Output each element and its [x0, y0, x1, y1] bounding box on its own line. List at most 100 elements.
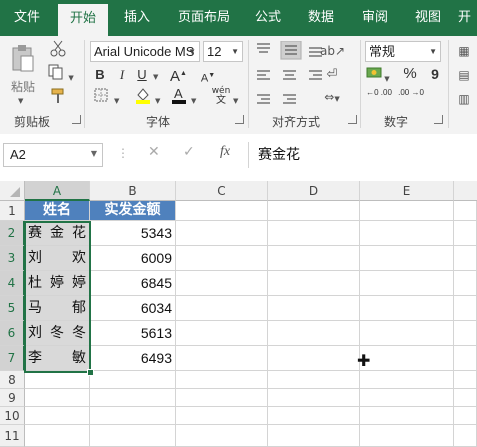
wrap-text-icon[interactable]: ⏎ — [320, 66, 344, 84]
number-format-dropdown[interactable]: 常规 ▼ — [365, 41, 441, 62]
cell-e2[interactable] — [454, 221, 477, 246]
cell-e1[interactable] — [360, 201, 454, 221]
borders-dropdown-caret[interactable]: ▼ — [114, 92, 119, 106]
header-name-cell[interactable]: 姓名 — [25, 201, 90, 221]
cell-e7[interactable] — [454, 346, 477, 371]
tab-insert[interactable]: 插入 — [114, 0, 160, 36]
name-cell[interactable]: 马郁 — [25, 296, 90, 321]
tab-review[interactable]: 审阅 — [352, 0, 398, 36]
paste-button[interactable] — [10, 44, 36, 74]
amount-cell[interactable]: 5613 — [90, 321, 176, 346]
tab-view[interactable]: 视图 — [406, 0, 450, 36]
format-painter-icon[interactable] — [48, 88, 68, 110]
name-cell[interactable]: 杜婷婷 — [25, 271, 90, 296]
name-cell[interactable]: 李敏 — [25, 346, 90, 371]
tab-file[interactable]: 文件 — [4, 0, 50, 36]
merge-center-icon[interactable]: ⇔▼ — [320, 88, 344, 108]
name-cell[interactable]: 刘欢 — [25, 246, 90, 271]
borders-icon[interactable] — [92, 88, 110, 108]
underline-dropdown-caret[interactable]: ▼ — [153, 68, 158, 82]
name-cell[interactable]: 赛金花 — [25, 221, 90, 246]
orientation-icon[interactable]: ab↗ — [320, 42, 345, 61]
cell-e5[interactable] — [360, 296, 454, 321]
bold-button[interactable]: B — [92, 66, 108, 84]
comma-style-button[interactable]: 9 — [428, 65, 442, 83]
amount-cell[interactable]: 6034 — [90, 296, 176, 321]
cell-c10[interactable] — [176, 407, 268, 425]
tab-data[interactable]: 数据 — [298, 0, 344, 36]
cancel-icon[interactable]: ✕ — [148, 144, 160, 160]
column-header-a[interactable]: A — [25, 181, 90, 201]
fill-color-icon[interactable] — [134, 86, 152, 110]
tab-more[interactable]: 开 — [458, 0, 477, 36]
amount-cell[interactable]: 6009 — [90, 246, 176, 271]
number-launcher-icon[interactable] — [434, 115, 443, 124]
conditional-format-icon[interactable]: ▦ — [454, 42, 474, 60]
row-header-3[interactable]: 3 — [0, 246, 25, 271]
insert-function-button[interactable]: fx — [220, 144, 230, 160]
cell-e3[interactable] — [360, 246, 454, 271]
select-all-corner[interactable] — [0, 181, 25, 201]
tab-home[interactable]: 开始 — [58, 4, 108, 36]
phonetic-guide-button[interactable]: wén 文 — [210, 86, 232, 106]
cell-c11[interactable] — [176, 425, 268, 447]
tab-page-layout[interactable]: 页面布局 — [168, 0, 240, 36]
row-header-1[interactable]: 1 — [0, 201, 25, 221]
cell-e6[interactable] — [454, 321, 477, 346]
decrease-decimal-button[interactable]: .00 →0 — [398, 88, 424, 97]
cell-c9[interactable] — [176, 389, 268, 407]
cell-e3[interactable] — [454, 246, 477, 271]
clipboard-launcher-icon[interactable] — [72, 115, 81, 124]
cell-c5[interactable] — [176, 296, 268, 321]
column-header-f[interactable] — [454, 181, 477, 201]
cell-d7[interactable] — [268, 346, 360, 371]
cell-e10[interactable] — [454, 407, 477, 425]
cell-e6[interactable] — [360, 321, 454, 346]
cell-e1[interactable] — [454, 201, 477, 221]
cell-d10[interactable] — [268, 407, 360, 425]
cell-c3[interactable] — [176, 246, 268, 271]
tab-formulas[interactable]: 公式 — [248, 0, 288, 36]
cell-e11[interactable] — [454, 425, 477, 447]
fill-color-dropdown-caret[interactable]: ▼ — [155, 92, 160, 106]
cut-icon[interactable] — [48, 40, 68, 64]
increase-font-size-button[interactable]: A▲ — [170, 65, 187, 86]
name-cell[interactable]: 刘冬冬 — [25, 321, 90, 346]
row-header-5[interactable]: 5 — [0, 296, 25, 321]
column-header-d[interactable]: D — [268, 181, 360, 201]
cell-c1[interactable] — [176, 201, 268, 221]
cell-e5[interactable] — [454, 296, 477, 321]
cell-e10[interactable] — [360, 407, 454, 425]
row-header-7[interactable]: 7 — [0, 346, 25, 371]
italic-button[interactable]: I — [114, 66, 130, 84]
cell-d9[interactable] — [268, 389, 360, 407]
cell-e9[interactable] — [360, 389, 454, 407]
row-header-8[interactable]: 8 — [0, 371, 25, 389]
cell-e4[interactable] — [454, 271, 477, 296]
cell-a11[interactable] — [25, 425, 90, 447]
underline-button[interactable]: U — [134, 66, 150, 84]
cell-d1[interactable] — [268, 201, 360, 221]
cell-c2[interactable] — [176, 221, 268, 246]
name-box[interactable]: A2 ▼ — [3, 143, 103, 167]
cell-a9[interactable] — [25, 389, 90, 407]
font-name-dropdown[interactable]: Arial Unicode MS ▼ — [90, 41, 200, 62]
header-amount-cell[interactable]: 实发金额 — [90, 201, 176, 221]
alignment-launcher-icon[interactable] — [348, 115, 357, 124]
amount-cell[interactable]: 6845 — [90, 271, 176, 296]
cell-c8[interactable] — [176, 371, 268, 389]
cell-b8[interactable] — [90, 371, 176, 389]
cell-c4[interactable] — [176, 271, 268, 296]
increase-decimal-button[interactable]: ←0 .00 — [366, 88, 392, 97]
row-header-4[interactable]: 4 — [0, 271, 25, 296]
cell-d8[interactable] — [268, 371, 360, 389]
cell-e2[interactable] — [360, 221, 454, 246]
column-header-b[interactable]: B — [90, 181, 176, 201]
cell-e7[interactable] — [360, 346, 454, 371]
font-color-dropdown-caret[interactable]: ▼ — [191, 92, 196, 106]
cell-styles-icon[interactable]: ▥ — [454, 90, 474, 108]
cell-b11[interactable] — [90, 425, 176, 447]
table-format-icon[interactable]: ▤ — [454, 66, 474, 84]
row-header-10[interactable]: 10 — [0, 407, 25, 425]
percent-button[interactable]: % — [402, 65, 418, 83]
